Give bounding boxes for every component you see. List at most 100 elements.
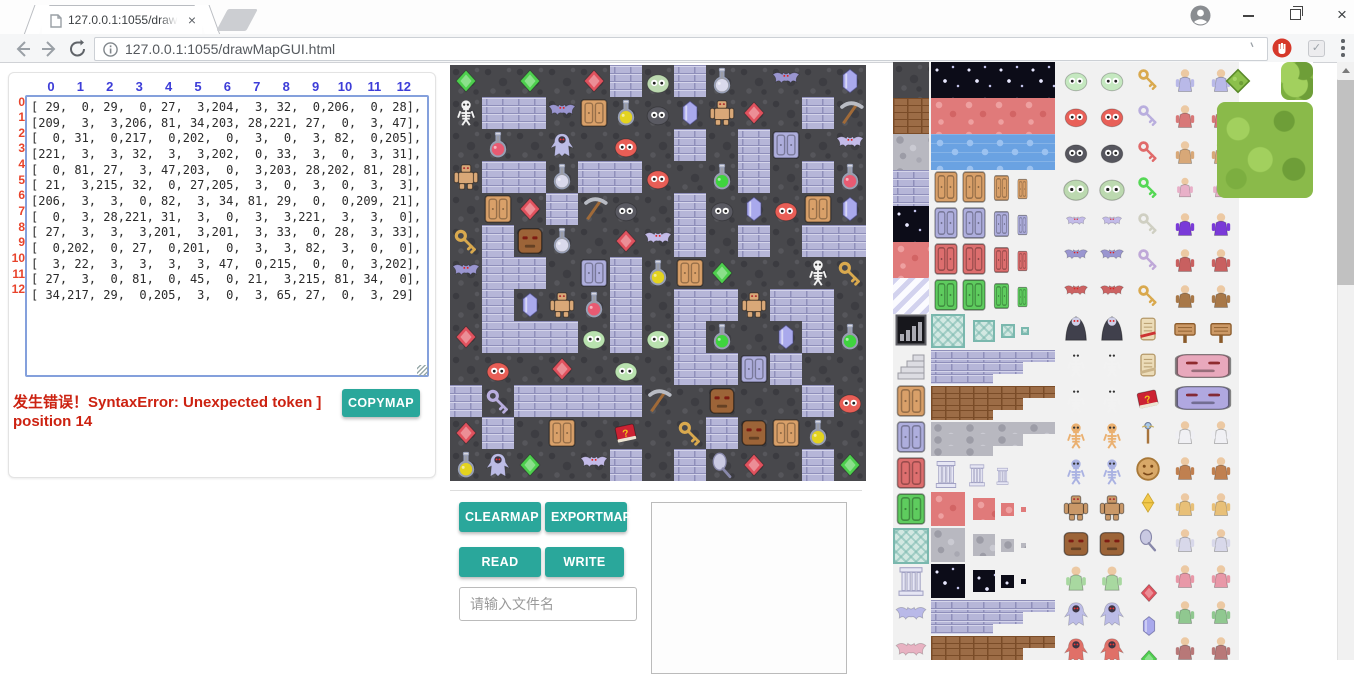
tileset-item-slime[interactable] — [1061, 64, 1091, 94]
map-tile-r8c2-v3[interactable] — [514, 321, 546, 353]
map-tile-r10c10-v0[interactable] — [770, 385, 802, 417]
map-tile-r3c0-v221[interactable] — [450, 161, 482, 193]
map-tile-r5c2-v215[interactable] — [514, 225, 546, 257]
tileset-item-terrain-brick[interactable] — [931, 600, 1055, 612]
map-tile-r9c9-v82[interactable] — [738, 353, 770, 385]
map-tile-r5c11-v3[interactable] — [802, 225, 834, 257]
map-tile-r8c7-v3[interactable] — [674, 321, 706, 353]
map-tile-r11c4-v0[interactable] — [578, 417, 610, 449]
tileset-item-slime[interactable] — [1097, 64, 1127, 94]
map-tile-r10c11-v3[interactable] — [802, 385, 834, 417]
map-tile-r10c2-v3[interactable] — [514, 385, 546, 417]
map-tile-r9c6-v0[interactable] — [642, 353, 674, 385]
map-tile-r6c11-v209[interactable] — [802, 257, 834, 289]
checkbox-extension-icon[interactable]: ✓ — [1308, 40, 1325, 57]
tileset-item-face[interactable] — [1169, 384, 1237, 412]
map-tile-r10c6-v47[interactable] — [642, 385, 674, 417]
tileset-item-terrain-cobble[interactable] — [1021, 543, 1026, 548]
tileset-item-door[interactable] — [895, 384, 927, 418]
tileset-item-person[interactable] — [1171, 100, 1199, 132]
tileset-item-terrain-brown[interactable] — [931, 386, 1055, 398]
map-tile-r10c3-v3[interactable] — [546, 385, 578, 417]
map-tile-r4c0-v0[interactable] — [450, 193, 482, 225]
map-tile-r12c5-v3[interactable] — [610, 449, 642, 481]
map-tile-r9c4-v0[interactable] — [578, 353, 610, 385]
scrollbar-up-icon[interactable] — [1337, 62, 1354, 79]
tileset-item-terrain-cobble[interactable] — [1001, 539, 1014, 552]
map-tile-r0c2-v29[interactable] — [514, 65, 546, 97]
map-tile-r8c5-v3[interactable] — [610, 321, 642, 353]
map-tile-r9c8-v3[interactable] — [706, 353, 738, 385]
tileset-item-person[interactable] — [1207, 560, 1235, 592]
map-tile-r9c2-v0[interactable] — [514, 353, 546, 385]
map-tile-r2c0-v0[interactable] — [450, 129, 482, 161]
map-tile-r11c9-v215[interactable] — [738, 417, 770, 449]
tileset-item-medallion[interactable] — [1133, 454, 1163, 484]
map-tile-r3c3-v32[interactable] — [546, 161, 578, 193]
map-tile-r11c0-v27[interactable] — [450, 417, 482, 449]
read-button[interactable]: READ — [459, 547, 541, 577]
map-tile-r1c6-v203[interactable] — [642, 97, 674, 129]
tileset-item-wings[interactable] — [893, 636, 929, 660]
tileset-item-gem[interactable] — [1137, 644, 1161, 660]
map-tile-r10c7-v0[interactable] — [674, 385, 706, 417]
map-tile-r11c11-v34[interactable] — [802, 417, 834, 449]
tileset-item-door[interactable] — [961, 278, 987, 312]
map-tile-r5c6-v205[interactable] — [642, 225, 674, 257]
map-tile-r11c6-v0[interactable] — [642, 417, 674, 449]
map-tile-r6c5-v3[interactable] — [610, 257, 642, 289]
tileset-item-terrain-star[interactable] — [893, 206, 929, 242]
browser-menu-icon[interactable] — [1341, 39, 1345, 60]
tileset-item-terrain-stripe[interactable] — [893, 278, 929, 314]
tileset-item-terrain-ornate[interactable] — [1021, 327, 1029, 335]
tileset-item-skeleton[interactable] — [1097, 348, 1127, 380]
new-tab-button[interactable] — [216, 9, 258, 31]
tileset-item-skeleton[interactable] — [1097, 384, 1127, 416]
map-tile-r3c7-v0[interactable] — [674, 161, 706, 193]
tileset-item-door[interactable] — [895, 456, 927, 490]
map-tile-r0c11-v0[interactable] — [802, 65, 834, 97]
map-tile-r3c10-v0[interactable] — [770, 161, 802, 193]
tileset-item-crystal[interactable] — [1137, 611, 1161, 641]
tileset-item-vampire[interactable] — [1097, 312, 1127, 344]
tileset-item-door[interactable] — [895, 492, 927, 526]
profile-icon[interactable] — [1190, 5, 1211, 26]
tileset-item-skeleton[interactable] — [1061, 420, 1091, 452]
tileset-item-terrain-water[interactable] — [931, 134, 1055, 170]
map-tile-r5c3-v32[interactable] — [546, 225, 578, 257]
map-tile-r0c10-v206[interactable] — [770, 65, 802, 97]
map-tile-r2c2-v0[interactable] — [514, 129, 546, 161]
map-tile-r5c4-v0[interactable] — [578, 225, 610, 257]
tileset-item-person[interactable] — [1171, 524, 1199, 556]
map-tile-r12c8-v65[interactable] — [706, 449, 738, 481]
tileset-item-key[interactable] — [1135, 210, 1161, 236]
map-tile-r10c9-v0[interactable] — [738, 385, 770, 417]
exportmap-button[interactable]: EXPORTMAP — [545, 502, 627, 532]
map-tile-r4c10-v202[interactable] — [770, 193, 802, 225]
map-tile-r9c0-v0[interactable] — [450, 353, 482, 385]
tileset-item-person[interactable] — [1207, 280, 1235, 312]
tileset-item-terrain-redcave[interactable] — [973, 498, 995, 520]
tileset-item-bat[interactable] — [1097, 244, 1127, 270]
tileset-item-person[interactable] — [1207, 416, 1235, 448]
map-tile-r11c8-v3[interactable] — [706, 417, 738, 449]
map-tile-r1c9-v27[interactable] — [738, 97, 770, 129]
tileset-item-door[interactable] — [1017, 250, 1028, 272]
tileset-item-bat[interactable] — [1063, 212, 1089, 234]
tileset-item-ghost[interactable] — [1097, 598, 1127, 630]
tileset-item-door[interactable] — [1017, 178, 1028, 200]
map-tile-r9c11-v0[interactable] — [802, 353, 834, 385]
map-tile-r6c4-v82[interactable] — [578, 257, 610, 289]
map-tile-r10c8-v215[interactable] — [706, 385, 738, 417]
tileset-item-key[interactable] — [1135, 282, 1161, 308]
tileset-item-person[interactable] — [1171, 416, 1199, 448]
map-tile-r7c2-v28[interactable] — [514, 289, 546, 321]
map-tile-r10c5-v3[interactable] — [610, 385, 642, 417]
write-button[interactable]: WRITE — [545, 547, 624, 577]
tileset-item-terrain-star[interactable] — [1021, 579, 1026, 584]
map-tile-r6c9-v0[interactable] — [738, 257, 770, 289]
map-tile-r3c6-v202[interactable] — [642, 161, 674, 193]
tileset-item-door[interactable] — [933, 206, 959, 240]
tileset-item-pillar[interactable] — [967, 462, 987, 488]
map-tile-r6c7-v81[interactable] — [674, 257, 706, 289]
